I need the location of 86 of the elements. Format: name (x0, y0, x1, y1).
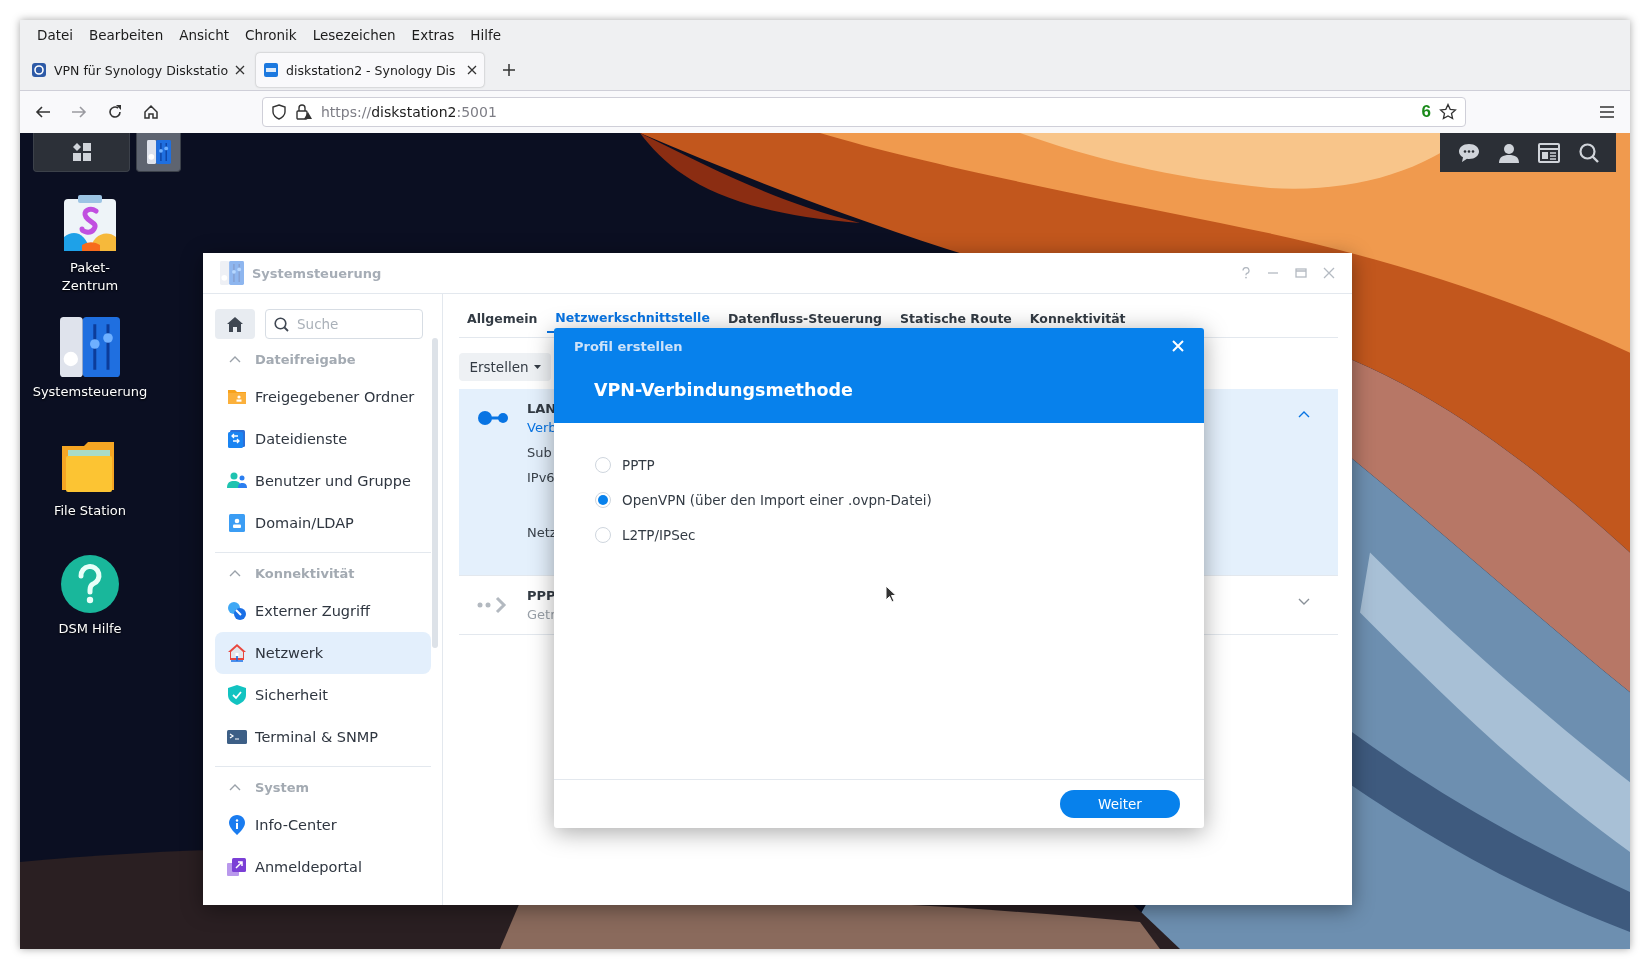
close-icon[interactable] (235, 65, 246, 75)
interface-detail: IPv6 (527, 470, 556, 485)
menu-item[interactable]: Lesezeichen (304, 24, 404, 46)
chat-icon[interactable] (1457, 142, 1480, 163)
contact-card-icon (227, 513, 247, 533)
chevron-up-icon[interactable] (1298, 411, 1310, 418)
portal-icon (227, 857, 247, 877)
mouse-pointer-icon (885, 585, 897, 603)
interface-detail: Sub (527, 445, 553, 460)
sidebar-item[interactable]: Freigegebener Ordner (215, 376, 431, 418)
window-title: Systemsteuerung (252, 265, 383, 281)
sidebar-item[interactable]: Info-Center (215, 804, 431, 846)
lock-warning-icon (295, 104, 313, 120)
extension-count: 6 (1421, 102, 1431, 122)
favicon-icon (263, 62, 279, 78)
home-button[interactable] (215, 309, 255, 339)
home-icon (227, 316, 243, 332)
icon-label: Paket- Zentrum (61, 259, 119, 295)
chevron-up-icon (229, 569, 241, 577)
scrollbar[interactable] (432, 338, 438, 648)
next-button[interactable]: Weiter (1060, 790, 1180, 818)
grid-icon (72, 143, 91, 161)
house-icon (227, 643, 247, 663)
favicon-icon (31, 62, 47, 78)
menu-item[interactable]: Ansicht (171, 24, 238, 46)
disconnected-icon (477, 596, 509, 614)
control-panel-icon (146, 140, 171, 164)
back-icon[interactable] (35, 104, 51, 120)
control-panel-icon (220, 261, 244, 285)
user-icon[interactable] (1498, 142, 1519, 163)
menu-icon[interactable] (1600, 106, 1614, 118)
sidebar-item[interactable]: Terminal & SNMP (215, 716, 431, 758)
help-icon[interactable] (60, 554, 120, 614)
link-icon (227, 601, 247, 621)
folder-icon (227, 387, 247, 407)
sidebar-item[interactable]: Netzwerk (215, 632, 431, 674)
taskbar-button[interactable] (136, 133, 181, 172)
browser-tab[interactable]: VPN für Synology Diskstatio (24, 53, 252, 87)
sidebar-item[interactable]: Anmeldeportal (215, 846, 431, 888)
menu-item[interactable]: Hilfe (462, 24, 509, 46)
icon-label: Systemsteuerung (32, 383, 148, 401)
caret-icon (533, 365, 541, 369)
widget-icon[interactable] (1537, 142, 1560, 163)
dialog-caption: Profil erstellen (574, 339, 683, 354)
interface-status: Getr (527, 607, 556, 622)
sidebar-item[interactable]: Domain/LDAP (215, 502, 431, 544)
chevron-up-icon (229, 355, 241, 363)
option-label: L2TP/IPSec (622, 526, 696, 543)
icon-label: File Station (53, 502, 127, 520)
connected-icon (477, 409, 509, 427)
plus-icon[interactable] (502, 63, 516, 77)
sidebar-item[interactable]: Sicherheit (215, 674, 431, 716)
control-panel-icon[interactable] (60, 317, 120, 377)
terminal-icon (227, 727, 247, 747)
chevron-down-icon[interactable] (1298, 598, 1310, 605)
tab[interactable]: Allgemein (459, 303, 546, 333)
interface-name: PPP (527, 588, 556, 603)
reload-icon[interactable] (107, 104, 123, 120)
taskbar-button[interactable] (33, 133, 130, 172)
sidebar-item[interactable]: Benutzer und Gruppe (215, 460, 431, 502)
search-icon[interactable] (1578, 142, 1599, 163)
home-icon[interactable] (143, 104, 159, 120)
close-icon[interactable] (467, 65, 477, 75)
search-field[interactable]: Suche (265, 309, 423, 339)
shield-icon (227, 685, 247, 705)
search-icon (274, 317, 289, 332)
browser-tab[interactable]: diskstation2 - Synology Dis (256, 53, 484, 87)
chevron-up-icon (229, 783, 241, 791)
dialog-title: VPN-Verbindungsmethode (594, 380, 854, 400)
users-icon (227, 471, 247, 491)
sidebar-item[interactable]: Dateidienste (215, 418, 431, 460)
shield-icon (271, 104, 287, 120)
menu-item[interactable]: Datei (29, 24, 82, 46)
star-icon[interactable] (1439, 103, 1457, 121)
forward-icon[interactable] (71, 104, 87, 120)
menu-item[interactable]: Extras (403, 24, 463, 46)
option-label: PPTP (622, 456, 655, 473)
option-label: OpenVPN (über den Import einer .ovpn-Datei) (622, 491, 932, 508)
create-button[interactable]: Erstellen (459, 353, 551, 381)
icon-label: DSM Hilfe (58, 620, 122, 638)
transfer-icon (227, 429, 247, 449)
menu-item[interactable]: Chronik (237, 24, 305, 46)
menu-item[interactable]: Bearbeiten (81, 24, 172, 46)
url-text[interactable]: https://diskstation2:5001 (321, 104, 1414, 120)
info-icon (227, 815, 247, 835)
sidebar-item[interactable]: Externer Zugriff (215, 590, 431, 632)
